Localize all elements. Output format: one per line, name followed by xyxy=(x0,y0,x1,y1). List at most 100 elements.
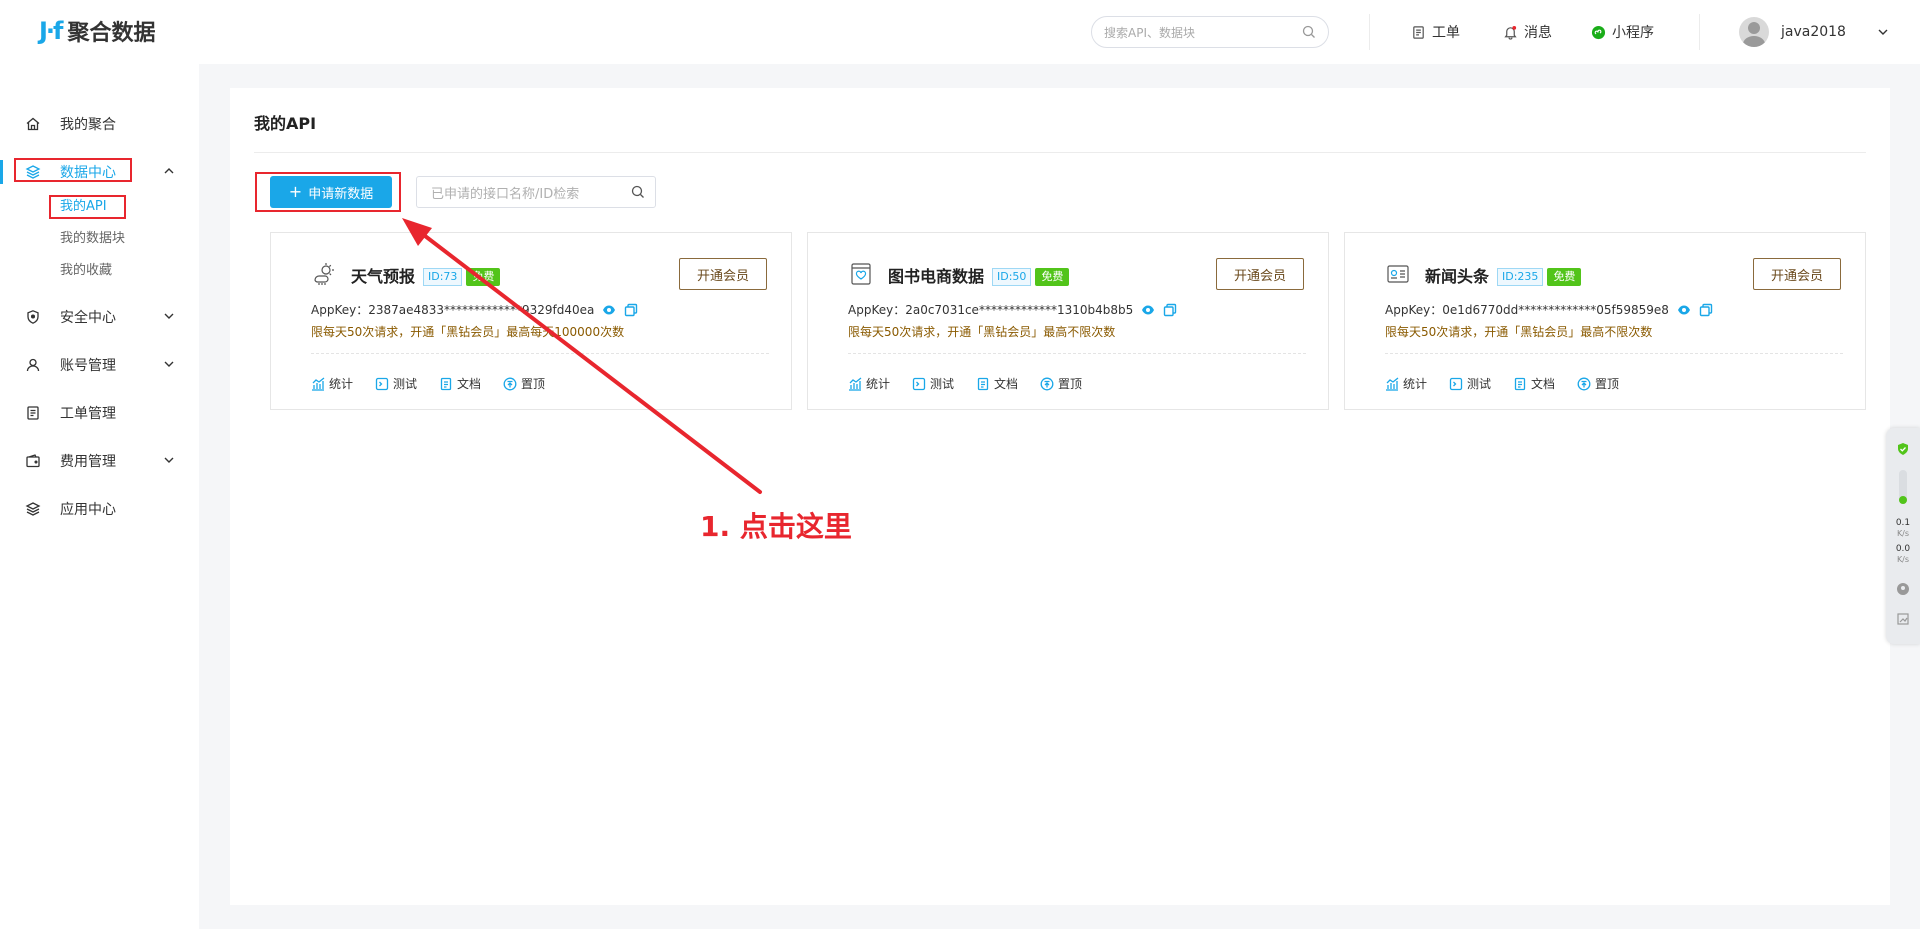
card-actions: 统计 测试 文档 置顶 xyxy=(1385,375,1641,392)
header-search-input[interactable]: 搜索API、数据块 xyxy=(1091,16,1329,48)
copy-icon[interactable] xyxy=(1699,303,1713,317)
stats-action[interactable]: 统计 xyxy=(848,375,890,392)
sidebar-item-label: 费用管理 xyxy=(60,454,116,470)
appkey-text: AppKey：2a0c7031ce*************1310b4b8b5 xyxy=(848,303,1134,317)
header-search-placeholder: 搜索API、数据块 xyxy=(1104,25,1195,40)
stats-action[interactable]: 统计 xyxy=(1385,375,1427,392)
search-icon[interactable] xyxy=(631,185,645,199)
appkey-row: AppKey：0e1d6770dd*************05f59859e8 xyxy=(1385,301,1713,318)
eye-icon[interactable] xyxy=(1677,303,1691,317)
docs-action[interactable]: 文档 xyxy=(439,375,481,392)
pin-top-icon xyxy=(503,377,517,390)
card-title: 图书电商数据 ID:50 免费 xyxy=(888,263,1070,287)
sidebar-item-my-juhe[interactable]: 我的聚合 xyxy=(24,112,184,136)
username: java2018 xyxy=(1781,24,1846,40)
avatar xyxy=(1739,17,1769,47)
chevron-up-icon xyxy=(164,168,174,174)
chevron-down-icon xyxy=(164,313,174,319)
header-link-tickets[interactable]: 工单 xyxy=(1411,22,1460,42)
page-title: 我的API xyxy=(254,114,317,133)
terminal-icon xyxy=(375,377,389,390)
action-label: 文档 xyxy=(457,377,482,391)
sidebar-item-label: 账号管理 xyxy=(60,358,116,374)
sidebar-item-billing[interactable]: 费用管理 xyxy=(24,449,184,473)
appkey-row: AppKey：2387ae4833*************9329fd40ea xyxy=(311,301,638,318)
free-badge: 免费 xyxy=(1035,268,1070,286)
appkey-text: AppKey：2387ae4833*************9329fd40ea xyxy=(311,303,595,317)
active-indicator xyxy=(0,160,3,184)
title-divider xyxy=(254,152,1866,153)
logo[interactable]: J·f 聚合数据 xyxy=(39,16,156,46)
action-label: 置顶 xyxy=(1595,377,1620,391)
upload-speed: 0.1 xyxy=(1895,518,1911,528)
docs-action[interactable]: 文档 xyxy=(1513,375,1555,392)
wallet-icon xyxy=(24,452,42,470)
pin-action[interactable]: 置顶 xyxy=(1040,375,1082,392)
appkey-row: AppKey：2a0c7031ce*************1310b4b8b5 xyxy=(848,301,1177,318)
stats-action[interactable]: 统计 xyxy=(311,375,353,392)
terminal-icon xyxy=(1449,377,1463,390)
copy-icon[interactable] xyxy=(624,303,638,317)
sidebar-item-label: 工单管理 xyxy=(60,406,116,422)
user-menu[interactable]: java2018 xyxy=(1739,16,1890,48)
card-actions: 统计 测试 文档 置顶 xyxy=(311,375,567,392)
sidebar-subitem-my-datablocks[interactable]: 我的数据块 xyxy=(60,229,125,249)
open-membership-button[interactable]: 开通会员 xyxy=(1753,258,1841,290)
annotation-box-data-center xyxy=(14,158,132,182)
header-link-label: 工单 xyxy=(1432,25,1460,41)
pin-top-icon xyxy=(1040,377,1054,390)
action-label: 统计 xyxy=(1403,377,1428,391)
chevron-down-icon xyxy=(1878,29,1888,35)
chart-icon xyxy=(849,376,862,391)
screenshot-icon[interactable] xyxy=(1896,612,1910,626)
open-membership-button[interactable]: 开通会员 xyxy=(1216,258,1304,290)
card-divider xyxy=(311,353,769,354)
action-label: 文档 xyxy=(1531,377,1556,391)
action-label: 文档 xyxy=(994,377,1019,391)
docs-action[interactable]: 文档 xyxy=(976,375,1018,392)
copy-icon[interactable] xyxy=(1163,303,1177,317)
test-action[interactable]: 测试 xyxy=(912,375,954,392)
open-membership-button[interactable]: 开通会员 xyxy=(679,258,767,290)
action-label: 测试 xyxy=(930,377,955,391)
action-label: 测试 xyxy=(1467,377,1492,391)
usage-bar xyxy=(1899,470,1907,504)
card-actions: 统计 测试 文档 置顶 xyxy=(848,375,1104,392)
user-icon xyxy=(24,356,42,374)
header-link-miniprogram[interactable]: 小程序 xyxy=(1591,22,1654,42)
api-search-input[interactable]: 已申请的接口名称/ID检索 xyxy=(416,176,656,208)
test-action[interactable]: 测试 xyxy=(375,375,417,392)
test-action[interactable]: 测试 xyxy=(1449,375,1491,392)
sidebar-item-apps[interactable]: 应用中心 xyxy=(24,497,184,521)
sidebar-subitem-my-favorites[interactable]: 我的收藏 xyxy=(60,261,112,281)
pin-action[interactable]: 置顶 xyxy=(503,375,545,392)
ticket-icon xyxy=(1413,25,1424,39)
top-header: 搜索API、数据块 工单 消息 小程序 java2018 xyxy=(199,0,1920,64)
miniprogram-icon xyxy=(1591,25,1606,39)
search-icon[interactable] xyxy=(1302,25,1316,39)
annotation-box-my-api xyxy=(49,195,126,219)
pin-top-icon xyxy=(1577,377,1591,390)
accelerate-icon[interactable] xyxy=(1896,582,1910,596)
pin-action[interactable]: 置顶 xyxy=(1577,375,1619,392)
sidebar-item-security[interactable]: 安全中心 xyxy=(24,305,184,329)
chart-icon xyxy=(312,376,325,391)
shield-icon xyxy=(24,308,42,326)
api-card-weather: 天气预报 ID:73 免费 开通会员 AppKey：2387ae4833******… xyxy=(270,232,792,410)
upload-unit: K/s xyxy=(1896,529,1910,538)
download-unit: K/s xyxy=(1896,555,1910,564)
sidebar-item-account[interactable]: 账号管理 xyxy=(24,353,184,377)
header-link-messages[interactable]: 消息 xyxy=(1503,22,1552,42)
chevron-down-icon xyxy=(164,457,174,463)
news-icon xyxy=(1387,265,1409,283)
chevron-down-icon xyxy=(164,361,174,367)
free-badge: 免费 xyxy=(1547,268,1582,286)
network-monitor-widget[interactable]: 0.1 K/s 0.0 K/s xyxy=(1886,428,1920,644)
card-title-text: 图书电商数据 xyxy=(888,267,985,286)
card-divider xyxy=(848,353,1306,354)
eye-icon[interactable] xyxy=(602,303,616,317)
sidebar-item-tickets[interactable]: 工单管理 xyxy=(24,401,184,425)
weather-icon xyxy=(314,263,334,285)
eye-icon[interactable] xyxy=(1141,303,1155,317)
bell-icon xyxy=(1504,25,1517,40)
